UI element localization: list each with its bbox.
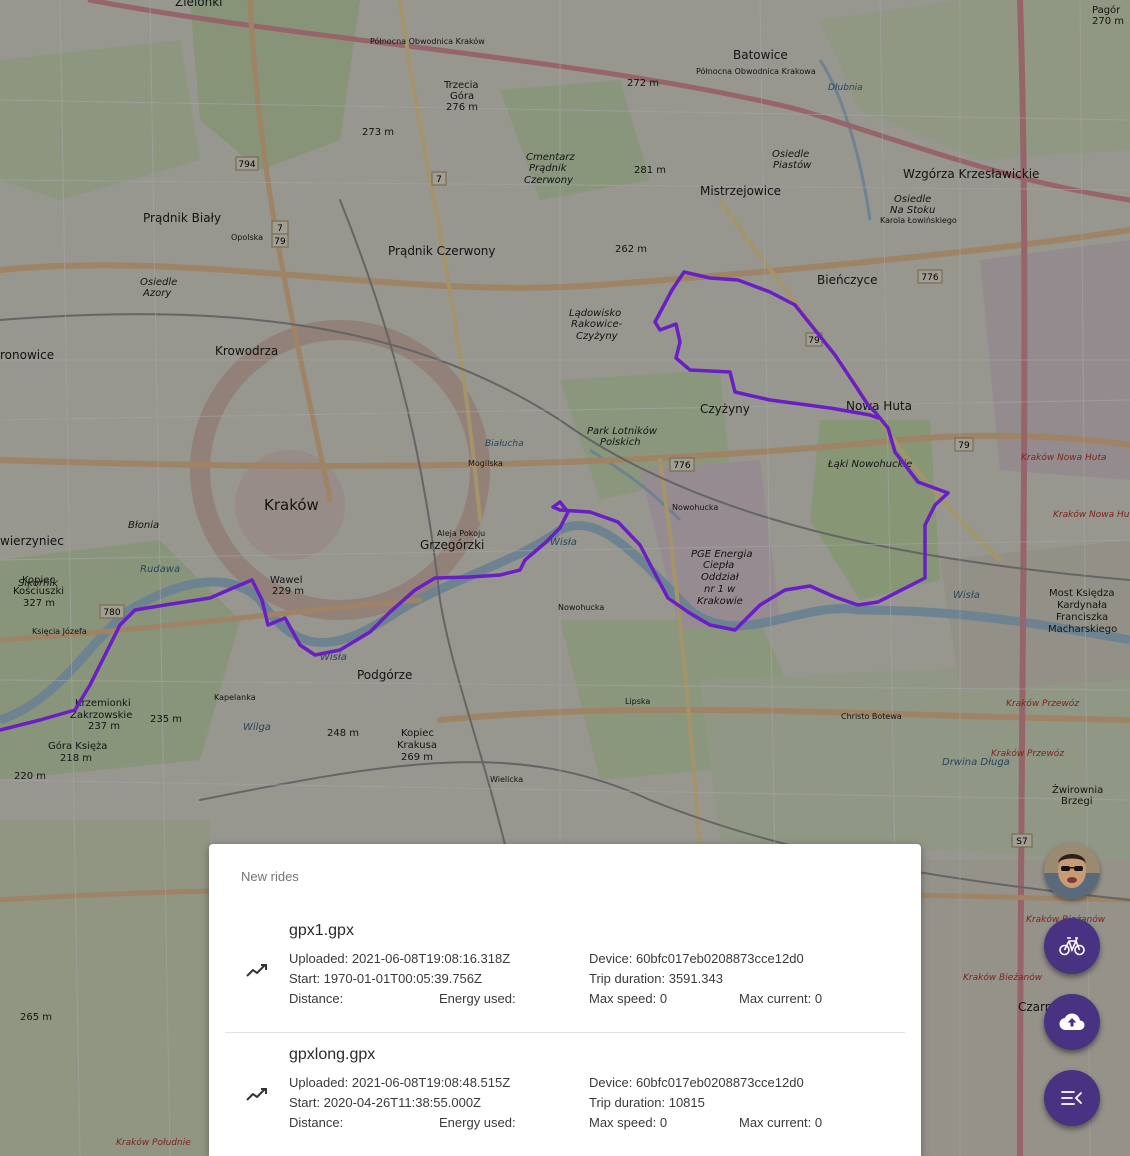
bike-icon [1059, 937, 1085, 956]
avatar-image [1044, 843, 1100, 899]
ride-max-current: Max current: 0 [739, 1115, 823, 1130]
ride-device: Device: 60bfc017eb0208873cce12d0 [589, 951, 804, 966]
ride-start: Start: 1970-01-01T00:05:39.756Z [289, 971, 482, 986]
panel-title: New rides [241, 869, 299, 884]
upload-button[interactable] [1044, 994, 1100, 1050]
ride-duration: Trip duration: 3591.343 [589, 971, 723, 986]
ride-distance: Distance: [289, 991, 344, 1006]
ride-list-item[interactable]: gpx1.gpx Uploaded: 2021-06-08T19:08:16.3… [225, 908, 905, 1033]
user-avatar[interactable] [1044, 843, 1100, 899]
list-button[interactable] [1044, 1070, 1100, 1126]
playlist-icon [1061, 1091, 1082, 1105]
ride-filename: gpxlong.gpx [289, 1046, 376, 1063]
ride-list-item[interactable]: gpxlong.gpx Uploaded: 2021-06-08T19:08:4… [225, 1032, 905, 1156]
ride-filename: gpx1.gpx [289, 922, 354, 939]
cloud-upload-icon [1059, 1013, 1085, 1030]
ride-energy: Energy used: [439, 991, 516, 1006]
ride-start: Start: 2020-04-26T11:38:55.000Z [289, 1095, 481, 1110]
ride-distance: Distance: [289, 1115, 344, 1130]
ride-duration: Trip duration: 10815 [589, 1095, 705, 1110]
new-rides-panel: New rides gpx1.gpx Uploaded: 2021-06-08T… [209, 844, 921, 1156]
ride-max-current: Max current: 0 [739, 991, 823, 1006]
rides-button[interactable] [1044, 918, 1100, 974]
ride-max-speed: Max speed: 0 [589, 1115, 668, 1130]
ride-energy: Energy used: [439, 1115, 516, 1130]
trending-up-icon [246, 964, 267, 977]
ride-max-speed: Max speed: 0 [589, 991, 668, 1006]
trending-up-icon [246, 1088, 267, 1101]
ride-uploaded: Uploaded: 2021-06-08T19:08:48.515Z [289, 1075, 511, 1090]
ride-uploaded: Uploaded: 2021-06-08T19:08:16.318Z [289, 951, 511, 966]
ride-device: Device: 60bfc017eb0208873cce12d0 [589, 1075, 804, 1090]
